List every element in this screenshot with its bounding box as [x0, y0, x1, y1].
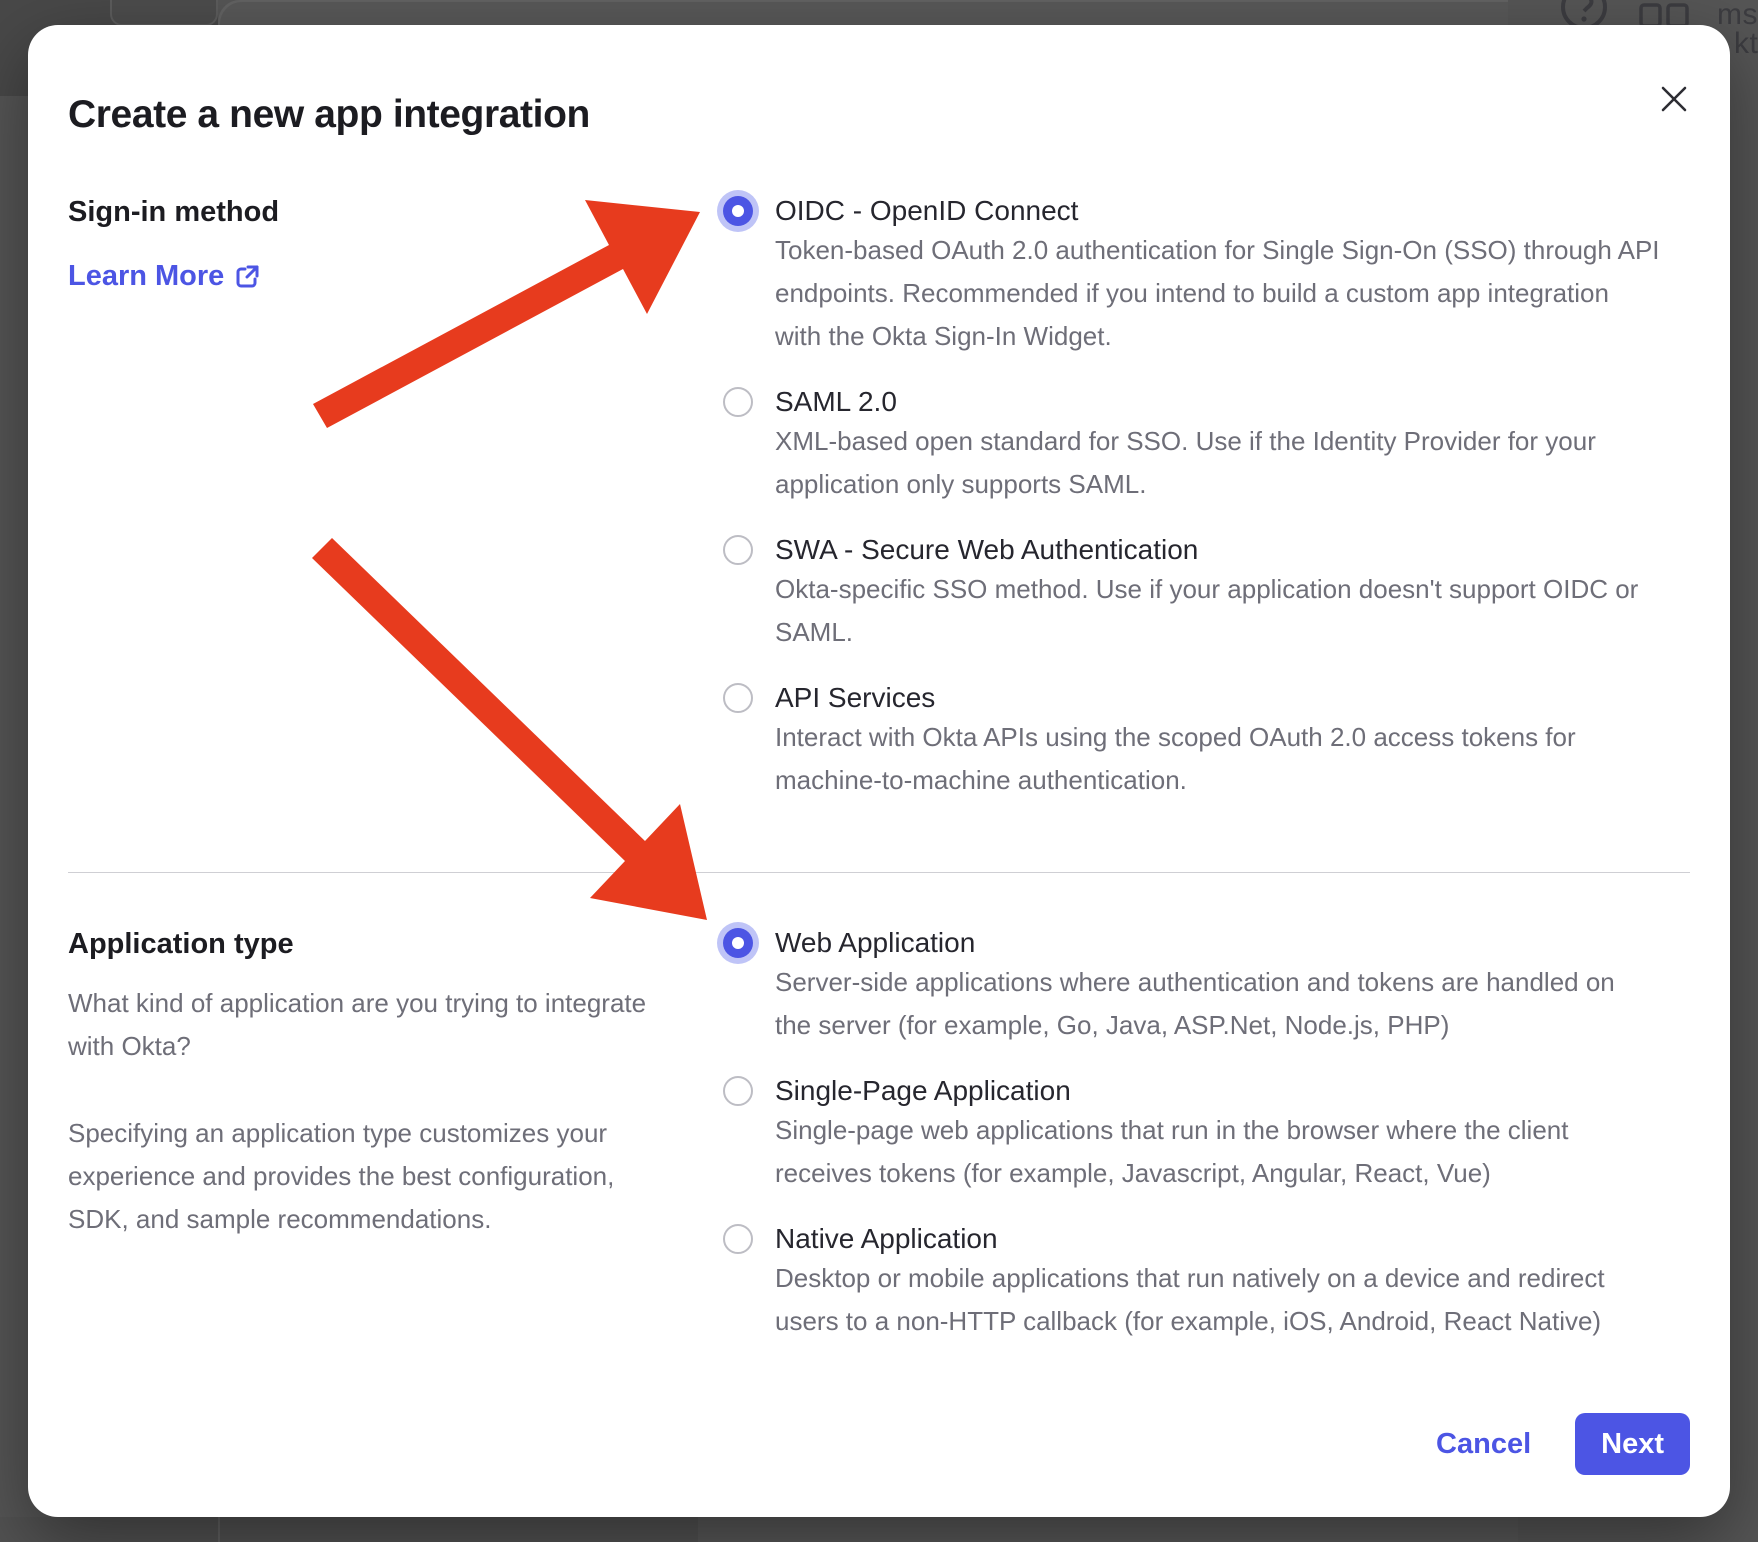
option-label[interactable]: Single-Page Application	[775, 1073, 1568, 1109]
background-bottom-panel-left	[0, 1517, 698, 1542]
background-username-fragment-2: kta	[1734, 27, 1758, 61]
background-tab-fragment	[110, 0, 218, 26]
signin-method-heading: Sign-in method	[68, 194, 628, 230]
learn-more-label[interactable]: Learn More	[68, 260, 224, 293]
external-link-icon	[234, 264, 260, 290]
cancel-button[interactable]: Cancel	[1436, 1428, 1531, 1461]
application-type-heading: Application type	[68, 926, 668, 962]
radio-option-single-page-application[interactable]: Single-Page Application Single-page web …	[723, 1073, 1723, 1195]
option-description: Server-side applications where authentic…	[775, 961, 1615, 1047]
section-divider	[68, 872, 1690, 873]
option-description: XML-based open standard for SSO. Use if …	[775, 420, 1596, 506]
option-description: Okta-specific SSO method. Use if your ap…	[775, 568, 1638, 654]
radio-option-native-application[interactable]: Native Application Desktop or mobile app…	[723, 1221, 1723, 1343]
radio-unselected-icon[interactable]	[723, 535, 753, 565]
option-description: Single-page web applications that run in…	[775, 1109, 1568, 1195]
radio-unselected-icon[interactable]	[723, 1076, 753, 1106]
application-type-column: Application type What kind of applicatio…	[68, 926, 668, 1241]
radio-option-swa[interactable]: SWA - Secure Web Authentication Okta-spe…	[723, 532, 1723, 654]
option-label[interactable]: Native Application	[775, 1221, 1605, 1257]
option-label[interactable]: SAML 2.0	[775, 384, 1596, 420]
radio-selected-icon[interactable]	[723, 928, 753, 958]
option-description: Desktop or mobile applications that run …	[775, 1257, 1605, 1343]
radio-unselected-icon[interactable]	[723, 387, 753, 417]
radio-selected-icon[interactable]	[723, 196, 753, 226]
radio-option-api-services[interactable]: API Services Interact with Okta APIs usi…	[723, 680, 1723, 802]
radio-unselected-icon[interactable]	[723, 683, 753, 713]
radio-unselected-icon[interactable]	[723, 1224, 753, 1254]
option-label[interactable]: API Services	[775, 680, 1576, 716]
option-description: Token-based OAuth 2.0 authentication for…	[775, 229, 1660, 358]
option-label[interactable]: OIDC - OpenID Connect	[775, 193, 1660, 229]
learn-more-link[interactable]: Learn More	[68, 260, 260, 293]
option-label[interactable]: SWA - Secure Web Authentication	[775, 532, 1638, 568]
next-button[interactable]: Next	[1575, 1413, 1690, 1475]
dialog-footer: Cancel Next	[1436, 1413, 1690, 1475]
option-description: Interact with Okta APIs using the scoped…	[775, 716, 1576, 802]
background-bottom-panel-right	[698, 1517, 1518, 1542]
create-app-integration-dialog: Create a new app integration Sign-in met…	[28, 25, 1730, 1517]
signin-method-column: Sign-in method Learn More	[68, 194, 628, 293]
dialog-title: Create a new app integration	[68, 93, 590, 137]
radio-option-saml[interactable]: SAML 2.0 XML-based open standard for SSO…	[723, 384, 1723, 506]
application-type-radio-group: Web Application Server-side applications…	[723, 925, 1723, 1343]
signin-method-radio-group: OIDC - OpenID Connect Token-based OAuth …	[723, 193, 1723, 802]
option-label[interactable]: Web Application	[775, 925, 1615, 961]
application-type-note: Specifying an application type customize…	[68, 1112, 668, 1241]
application-type-intro: What kind of application are you trying …	[68, 982, 668, 1068]
radio-option-oidc[interactable]: OIDC - OpenID Connect Token-based OAuth …	[723, 193, 1723, 358]
close-icon[interactable]	[1654, 79, 1694, 119]
apps-grid-icon	[1639, 3, 1691, 27]
radio-option-web-application[interactable]: Web Application Server-side applications…	[723, 925, 1723, 1047]
